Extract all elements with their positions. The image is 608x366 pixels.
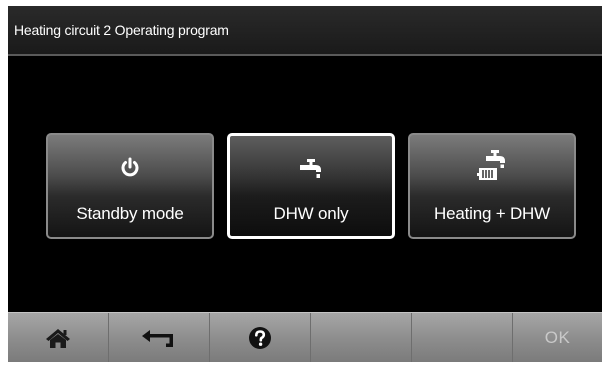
option-label: Standby mode: [76, 204, 184, 223]
tap-icon: [230, 154, 392, 184]
screen: Heating circuit 2 Operating program Stan…: [8, 6, 602, 362]
operating-program-options: Standby mode DHW only Heating + DHW: [8, 6, 602, 362]
home-icon: [46, 328, 70, 348]
power-icon: [48, 153, 212, 183]
radiator-tap-icon: [410, 150, 574, 183]
help-icon: [249, 326, 271, 349]
home-button[interactable]: [8, 313, 109, 362]
bottom-nav-bar: OK: [8, 312, 602, 362]
ok-label: OK: [544, 327, 571, 347]
back-button[interactable]: [109, 313, 210, 362]
help-button[interactable]: [210, 313, 311, 362]
option-label: DHW only: [273, 204, 349, 223]
back-arrow-icon: [142, 329, 173, 347]
ok-button[interactable]: OK: [513, 313, 602, 362]
option-heating-dhw[interactable]: Heating + DHW: [408, 133, 576, 239]
option-standby-mode[interactable]: Standby mode: [46, 133, 214, 239]
nav-empty-slot-1: [311, 313, 412, 362]
option-dhw-only[interactable]: DHW only: [227, 133, 395, 239]
nav-empty-slot-2: [412, 313, 513, 362]
option-label: Heating + DHW: [434, 204, 550, 223]
